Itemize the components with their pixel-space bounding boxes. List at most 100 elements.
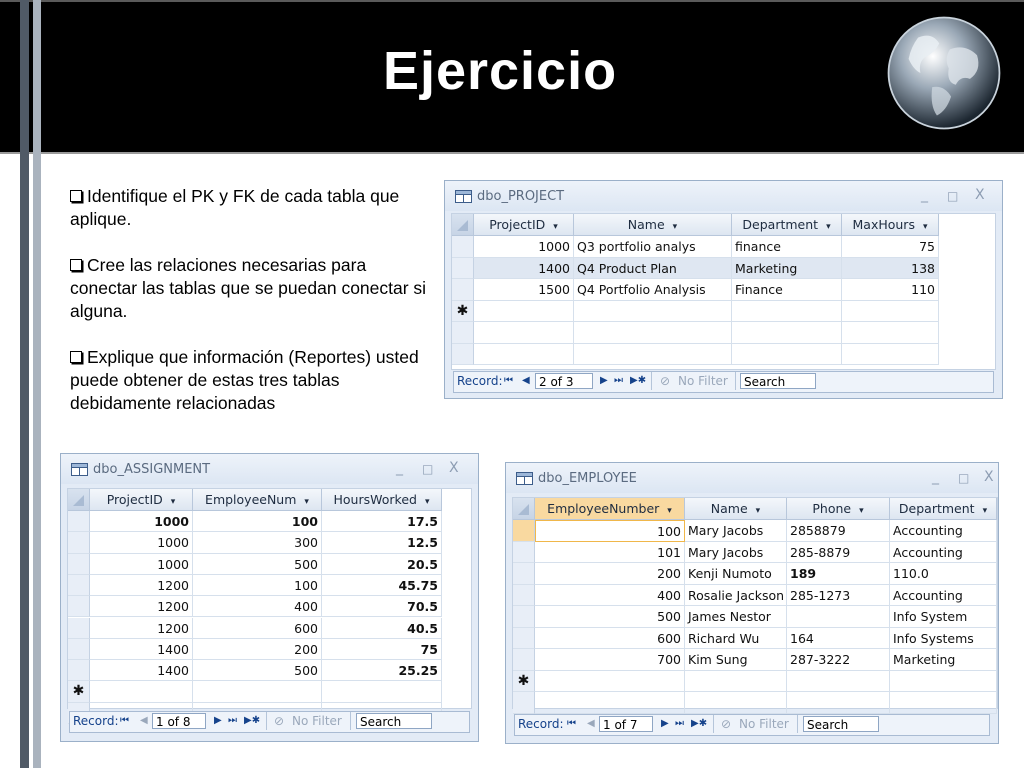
select-all-corner[interactable] <box>513 498 535 520</box>
maximize-button[interactable]: □ <box>947 189 958 203</box>
table-cell[interactable]: Marketing <box>890 649 997 671</box>
next-record-button[interactable]: ▶ <box>214 715 222 726</box>
table-cell[interactable]: 500 <box>193 553 322 575</box>
new-record-button[interactable]: ▶✱ <box>244 715 260 726</box>
column-header[interactable]: MaxHours ▾ <box>842 214 939 236</box>
table-cell[interactable]: Accounting <box>890 541 997 563</box>
close-button[interactable]: X <box>449 460 459 476</box>
last-record-button[interactable]: ⏭ <box>228 715 237 726</box>
new-record-button[interactable]: ▶✱ <box>691 718 707 729</box>
table-cell[interactable]: 100 <box>535 520 685 542</box>
first-record-button[interactable]: ⏮ <box>567 718 576 729</box>
table-row[interactable]: 1000 300 12.5 <box>68 532 471 554</box>
minimize-button[interactable]: _ <box>396 460 403 476</box>
table-cell[interactable]: Finance <box>732 279 842 301</box>
table-cell[interactable] <box>732 300 842 322</box>
table-cell[interactable] <box>685 692 787 714</box>
row-selector[interactable] <box>513 541 535 563</box>
table-cell[interactable]: Kim Sung <box>685 649 787 671</box>
table-cell[interactable]: 285-8879 <box>787 541 890 563</box>
table-row[interactable]: 1000 Q3 portfolio analys finance 75 <box>452 236 995 258</box>
row-selector[interactable] <box>513 520 535 542</box>
new-record-icon[interactable]: ✱ <box>68 681 90 703</box>
table-cell[interactable]: Accounting <box>890 520 997 542</box>
row-selector[interactable] <box>68 596 90 618</box>
table-cell[interactable] <box>890 692 997 714</box>
row-selector[interactable] <box>452 279 474 301</box>
maximize-button[interactable]: □ <box>958 471 969 485</box>
search-input[interactable]: Search <box>356 713 432 729</box>
table-cell[interactable]: 400 <box>535 584 685 606</box>
table-cell[interactable]: finance <box>732 236 842 258</box>
table-cell[interactable]: 400 <box>193 596 322 618</box>
table-cell[interactable] <box>574 300 732 322</box>
table-cell[interactable]: 500 <box>535 606 685 628</box>
window-titlebar[interactable]: dbo_ASSIGNMENT _ □ X <box>61 454 478 484</box>
empty-row[interactable] <box>513 692 997 714</box>
table-cell[interactable]: 45.75 <box>322 574 442 597</box>
no-filter-button[interactable]: No Filter <box>739 717 789 731</box>
table-row[interactable]: 100 Mary Jacobs 2858879 Accounting <box>513 520 997 542</box>
row-selector[interactable] <box>513 606 535 628</box>
table-cell[interactable]: Mary Jacobs <box>685 520 787 542</box>
table-row[interactable]: 1400 200 75 <box>68 638 471 661</box>
table-cell[interactable] <box>787 606 890 628</box>
row-selector[interactable] <box>513 584 535 606</box>
table-cell[interactable]: 2858879 <box>787 520 890 542</box>
table-cell[interactable]: Richard Wu <box>685 627 787 649</box>
column-header[interactable]: EmployeeNumber ▾ <box>535 498 685 520</box>
table-cell[interactable]: 75 <box>842 236 939 258</box>
table-cell[interactable]: 138 <box>842 257 939 279</box>
table-cell[interactable] <box>787 670 890 692</box>
table-cell[interactable] <box>535 692 685 714</box>
first-record-button[interactable]: ⏮ <box>504 375 513 386</box>
first-record-button[interactable]: ⏮ <box>120 715 129 726</box>
maximize-button[interactable]: □ <box>422 462 433 476</box>
search-input[interactable]: Search <box>803 716 879 732</box>
table-cell[interactable]: 700 <box>535 649 685 671</box>
table-cell[interactable]: 100 <box>193 574 322 597</box>
current-record-field[interactable]: 1 of 7 <box>599 716 653 732</box>
row-selector[interactable] <box>452 322 474 344</box>
table-cell[interactable]: 1400 <box>474 257 574 279</box>
table-cell[interactable]: 200 <box>535 563 685 585</box>
current-record-field[interactable]: 1 of 8 <box>152 713 206 729</box>
column-header[interactable]: HoursWorked ▾ <box>322 489 442 511</box>
column-header[interactable]: Phone ▾ <box>787 498 890 520</box>
row-selector[interactable] <box>68 638 90 661</box>
table-cell[interactable]: Marketing <box>732 257 842 279</box>
table-cell[interactable]: 600 <box>535 627 685 649</box>
window-titlebar[interactable]: dbo_EMPLOYEE _ □ X <box>506 463 998 493</box>
table-row[interactable]: 600 Richard Wu 164 Info Systems <box>513 627 997 649</box>
table-cell[interactable] <box>474 343 574 365</box>
table-cell[interactable]: 500 <box>193 660 322 682</box>
table-cell[interactable]: 40.5 <box>322 617 442 639</box>
row-selector[interactable] <box>68 553 90 575</box>
table-row[interactable]: 1200 100 45.75 <box>68 574 471 597</box>
table-cell[interactable]: 110 <box>842 279 939 301</box>
row-selector[interactable] <box>68 660 90 682</box>
table-cell[interactable] <box>535 670 685 692</box>
table-cell[interactable]: 300 <box>193 532 322 554</box>
table-row[interactable]: 400 Rosalie Jackson 285-1273 Accounting <box>513 584 997 606</box>
table-cell[interactable]: 1000 <box>90 511 193 533</box>
table-cell[interactable]: 200 <box>193 638 322 661</box>
new-record-icon[interactable]: ✱ <box>513 670 535 692</box>
last-record-button[interactable]: ⏭ <box>675 718 684 729</box>
table-cell[interactable] <box>90 681 193 703</box>
new-record-row[interactable]: ✱ <box>68 681 471 703</box>
new-record-row[interactable]: ✱ <box>513 670 997 692</box>
table-cell[interactable]: 17.5 <box>322 511 442 533</box>
current-record-field[interactable]: 2 of 3 <box>535 373 593 389</box>
row-selector[interactable] <box>68 532 90 554</box>
empty-row[interactable] <box>452 343 995 365</box>
table-cell[interactable]: 1000 <box>90 532 193 554</box>
column-header[interactable]: Name ▾ <box>574 214 732 236</box>
table-row[interactable]: 1000 100 17.5 <box>68 511 471 533</box>
new-record-button[interactable]: ▶✱ <box>630 375 646 386</box>
table-cell[interactable]: 1000 <box>474 236 574 258</box>
column-header[interactable]: ProjectID ▾ <box>90 489 193 511</box>
table-cell[interactable]: 75 <box>322 638 442 661</box>
previous-record-button[interactable]: ◀ <box>587 718 595 729</box>
close-button[interactable]: X <box>975 187 985 203</box>
